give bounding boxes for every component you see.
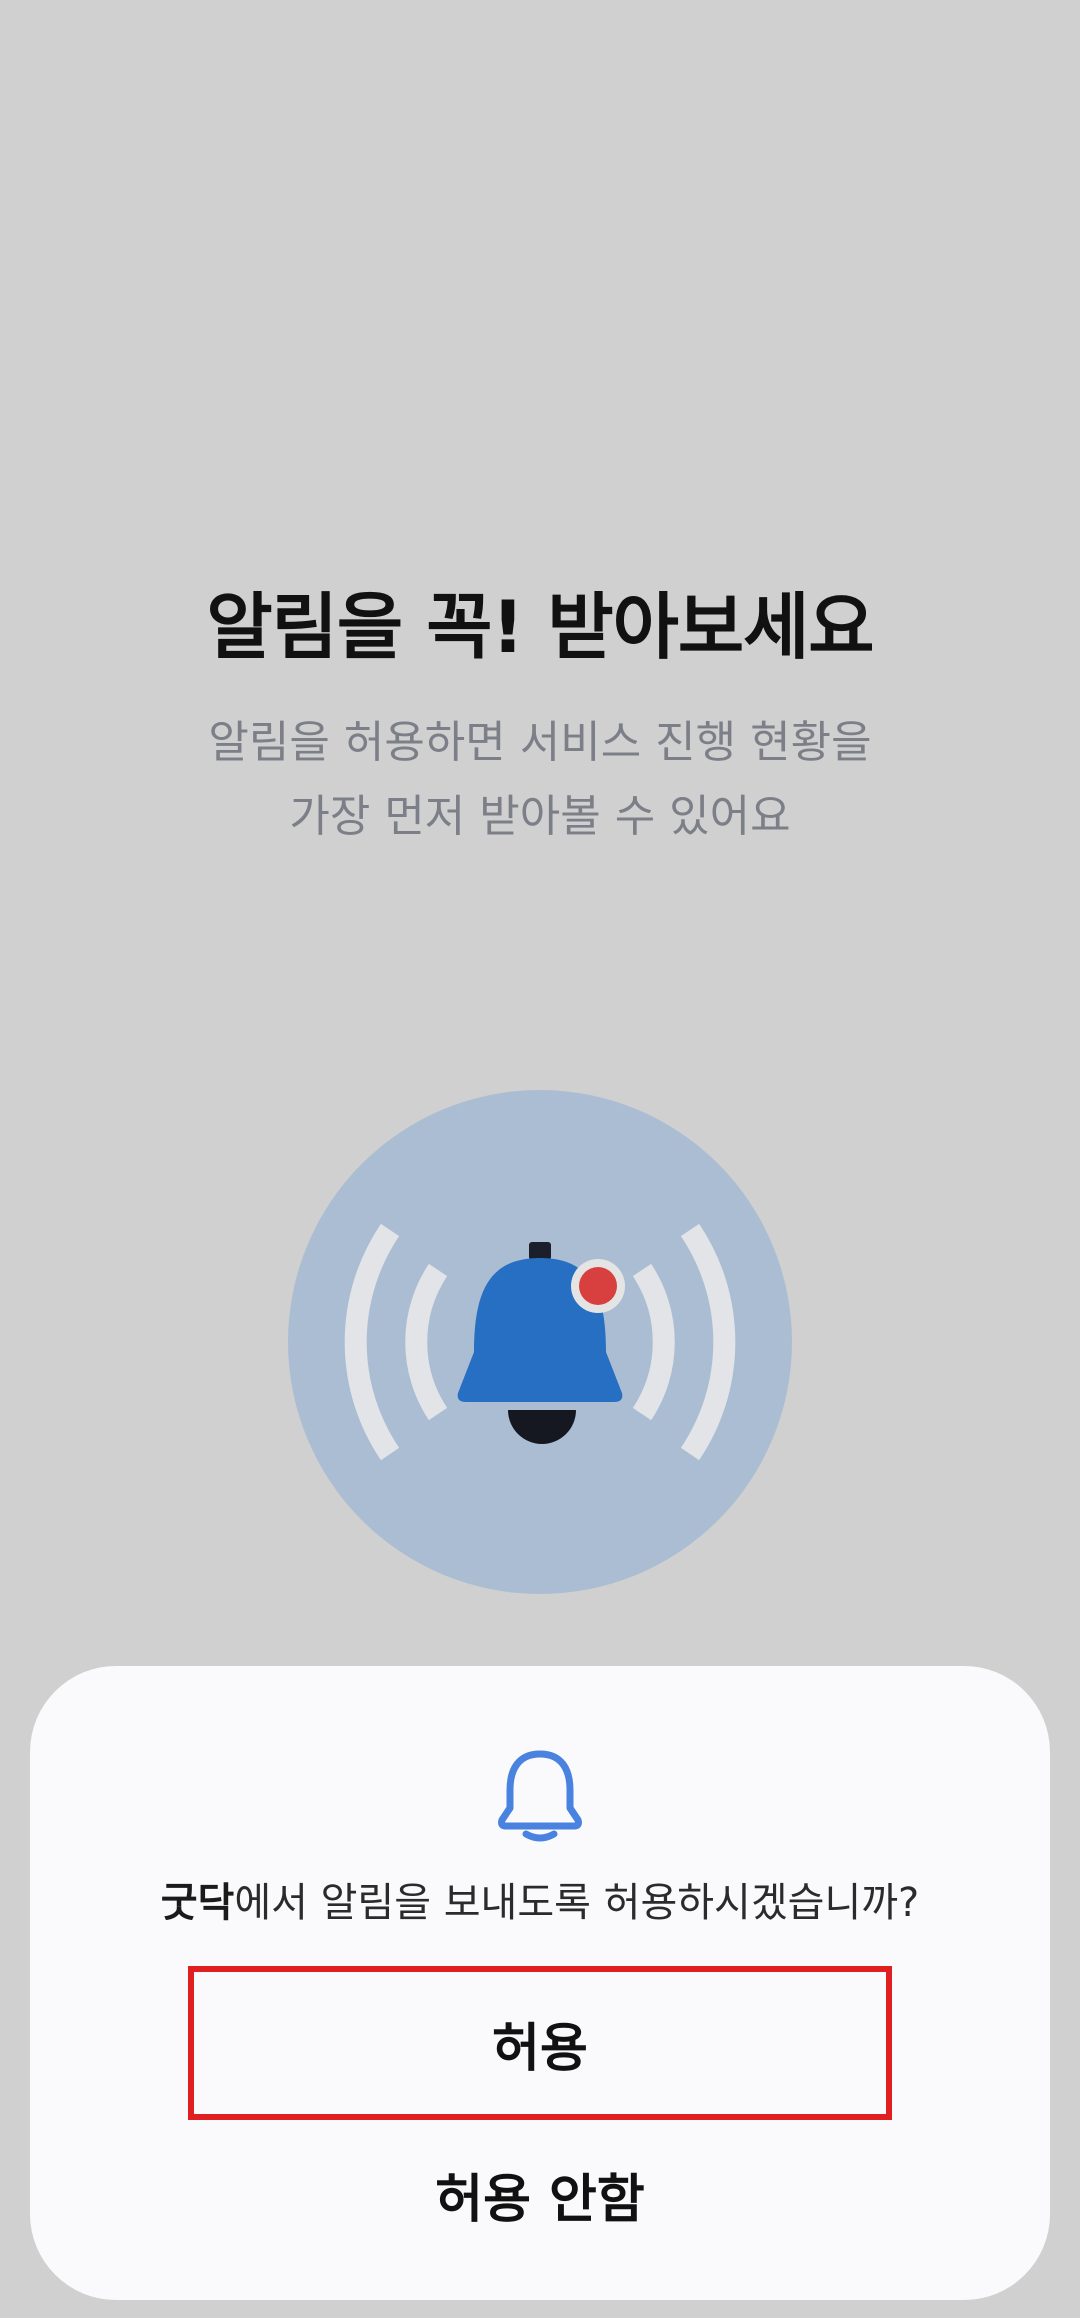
bell-outline-icon: [498, 1750, 582, 1842]
page-subtitle: 알림을 허용하면 서비스 진행 현황을 가장 먼저 받아볼 수 있어요: [0, 706, 1080, 854]
notification-permission-dialog: 굿닥에서 알림을 보내도록 허용하시겠습니까? 허용 허용 안함: [30, 1666, 1050, 2300]
subtitle-line-2: 가장 먼저 받아볼 수 있어요: [289, 791, 791, 842]
deny-button[interactable]: 허용 안함: [188, 2134, 892, 2254]
question-text: 에서 알림을 보내도록 허용하시겠습니까?: [234, 1880, 920, 1926]
app-name: 굿닥: [160, 1880, 235, 1926]
subtitle-line-1: 알림을 허용하면 서비스 진행 현황을: [208, 717, 872, 768]
allow-button[interactable]: 허용: [188, 1966, 892, 2120]
page-title: 알림을 꼭! 받아보세요: [206, 585, 874, 669]
permission-question: 굿닥에서 알림을 보내도록 허용하시겠습니까?: [30, 1870, 1050, 1928]
notification-bell-icon: [288, 1090, 792, 1594]
